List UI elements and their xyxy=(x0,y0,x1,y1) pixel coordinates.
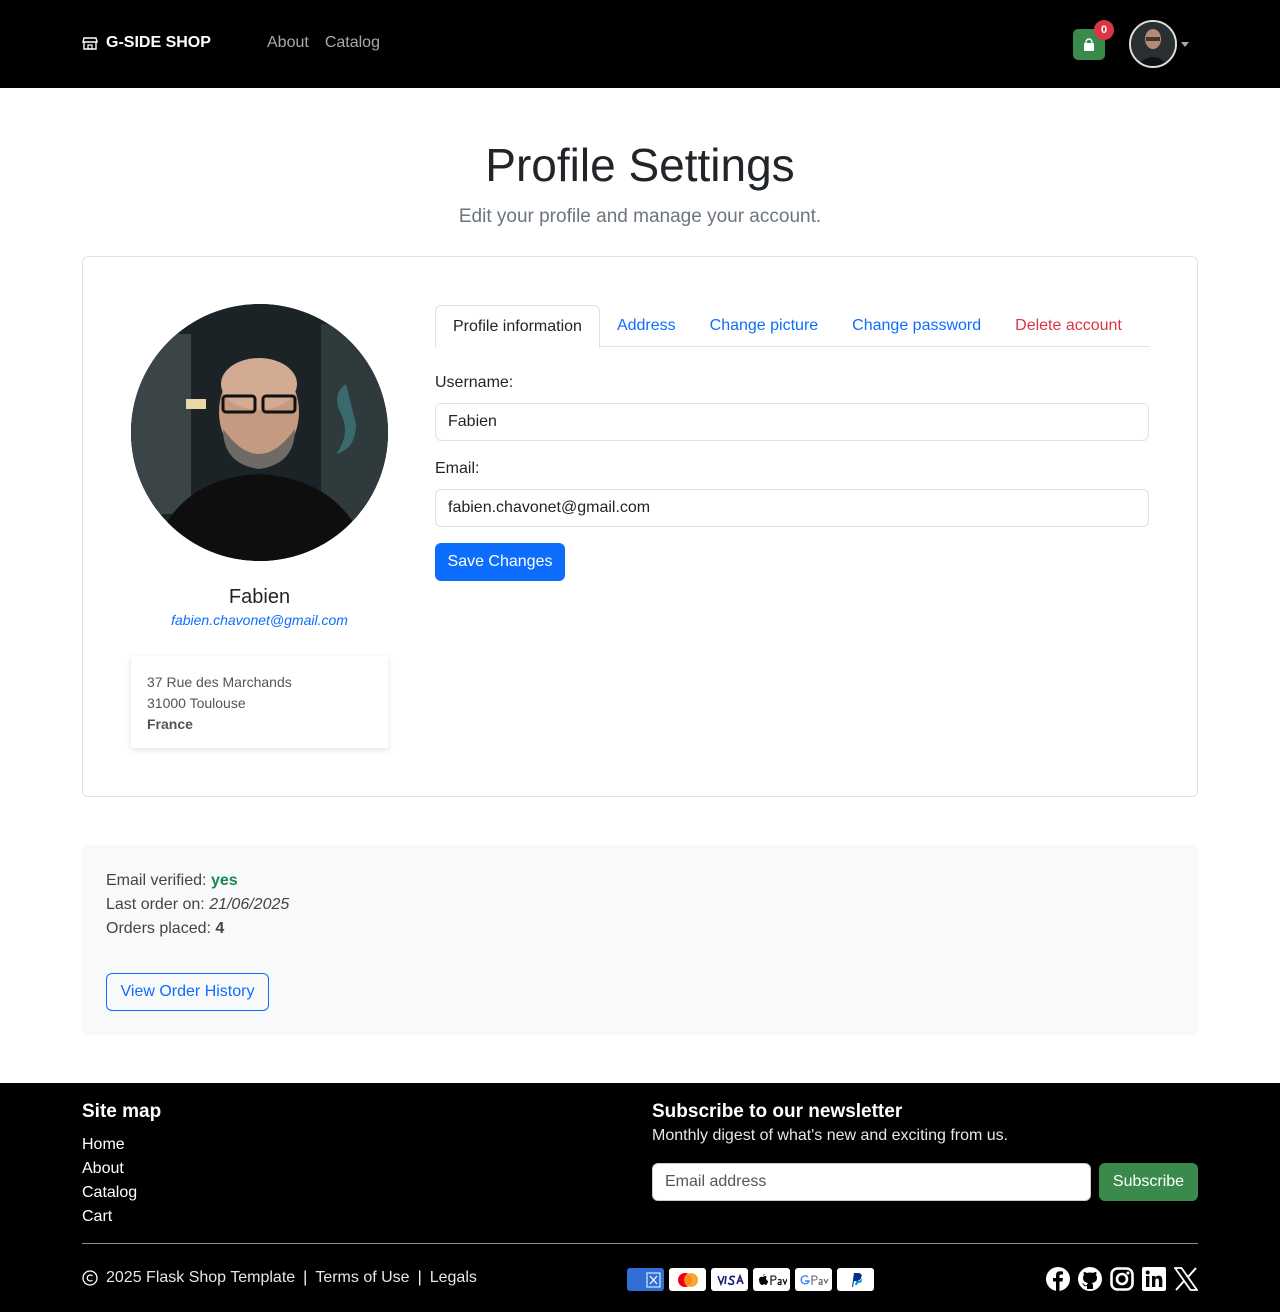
view-order-history-button[interactable]: View Order History xyxy=(106,973,269,1011)
shopping-bag-icon xyxy=(1084,37,1094,51)
navbar: G-SIDE SHOP About Catalog 0 xyxy=(0,0,1280,88)
brand-name: G-SIDE SHOP xyxy=(106,34,211,51)
github-icon[interactable] xyxy=(1077,1266,1103,1292)
legals-link[interactable]: Legals xyxy=(430,1269,477,1287)
sitemap-links: Home About Catalog Cart xyxy=(82,1133,137,1229)
shop-icon xyxy=(82,37,98,50)
username-field[interactable] xyxy=(435,403,1149,441)
last-order-row: Last order on: 21/06/2025 xyxy=(106,893,1174,917)
last-order-label: Last order on: xyxy=(106,896,205,913)
profile-card: Fabien fabien.chavonet@gmail.com 37 Rue … xyxy=(82,256,1198,797)
footer: Site map Home About Catalog Cart Subscri… xyxy=(0,1083,1280,1312)
page-title: Profile Settings xyxy=(485,139,795,191)
sitemap-title: Site map xyxy=(82,1101,162,1122)
footer-link-home[interactable]: Home xyxy=(82,1133,137,1157)
profile-email: fabien.chavonet@gmail.com xyxy=(171,612,348,628)
facebook-icon[interactable] xyxy=(1045,1266,1071,1292)
tab-address[interactable]: Address xyxy=(600,305,693,347)
instagram-icon[interactable] xyxy=(1109,1266,1135,1292)
footer-divider xyxy=(82,1243,1198,1244)
footer-link-catalog[interactable]: Catalog xyxy=(82,1181,137,1205)
nav-links: About Catalog xyxy=(267,34,380,52)
address-line1: 37 Rue des Marchands xyxy=(147,674,292,690)
tab-change-password[interactable]: Change password xyxy=(835,305,998,347)
brand-link[interactable]: G-SIDE SHOP xyxy=(82,34,211,52)
linkedin-icon[interactable] xyxy=(1141,1266,1167,1292)
account-stats: Email verified: yes Last order on: 21/06… xyxy=(82,845,1198,1035)
cart-count-badge: 0 xyxy=(1094,20,1114,40)
orders-placed-value: 4 xyxy=(215,920,225,937)
newsletter-email-input[interactable] xyxy=(652,1163,1091,1201)
copyright-bar: 2025 Flask Shop Template | Terms of Use … xyxy=(82,1269,477,1287)
address-card: 37 Rue des Marchands 31000 Toulouse Fran… xyxy=(131,656,388,748)
apple-pay-icon xyxy=(753,1268,790,1291)
save-button[interactable]: Save Changes xyxy=(435,543,565,581)
google-pay-icon xyxy=(795,1268,832,1291)
email-label: Email: xyxy=(435,460,480,477)
copyright-text: 2025 Flask Shop Template xyxy=(106,1269,296,1286)
footer-link-cart[interactable]: Cart xyxy=(82,1205,137,1229)
newsletter-title: Subscribe to our newsletter xyxy=(652,1101,903,1122)
last-order-value: 21/06/2025 xyxy=(209,896,290,913)
avatar xyxy=(1131,22,1175,66)
user-avatar-menu[interactable] xyxy=(1129,20,1177,68)
email-field[interactable] xyxy=(435,489,1149,527)
x-icon[interactable] xyxy=(1173,1266,1199,1292)
email-verified-value: yes xyxy=(210,872,238,889)
copyright-icon xyxy=(82,1270,98,1286)
nav-link-catalog[interactable]: Catalog xyxy=(325,34,380,52)
settings-tabs: Profile information Address Change pictu… xyxy=(435,305,1150,348)
terms-link[interactable]: Terms of Use xyxy=(315,1269,409,1287)
orders-placed-row: Orders placed: 4 xyxy=(106,917,1174,941)
footer-link-about[interactable]: About xyxy=(82,1157,137,1181)
tab-profile-information[interactable]: Profile information xyxy=(435,305,600,348)
subscribe-button[interactable]: Subscribe xyxy=(1099,1163,1198,1201)
tab-delete-account[interactable]: Delete account xyxy=(998,305,1139,347)
profile-name: Fabien xyxy=(228,586,291,608)
address-country: France xyxy=(147,716,193,732)
email-verified-label: Email verified: xyxy=(106,872,207,889)
chevron-down-icon[interactable] xyxy=(1181,42,1189,47)
orders-placed-label: Orders placed: xyxy=(106,920,211,937)
email-verified-row: Email verified: yes xyxy=(106,869,1174,893)
page-subtitle: Edit your profile and manage your accoun… xyxy=(458,206,822,227)
visa-icon xyxy=(711,1268,748,1291)
username-label: Username: xyxy=(435,374,514,391)
newsletter-description: Monthly digest of what's new and excitin… xyxy=(652,1127,1009,1144)
tab-change-picture[interactable]: Change picture xyxy=(693,305,836,347)
profile-picture xyxy=(131,304,388,561)
mastercard-icon xyxy=(669,1268,706,1291)
paypal-icon xyxy=(837,1268,874,1291)
address-line2: 31000 Toulouse xyxy=(147,695,246,711)
amex-icon xyxy=(627,1268,664,1291)
nav-link-about[interactable]: About xyxy=(267,34,309,52)
